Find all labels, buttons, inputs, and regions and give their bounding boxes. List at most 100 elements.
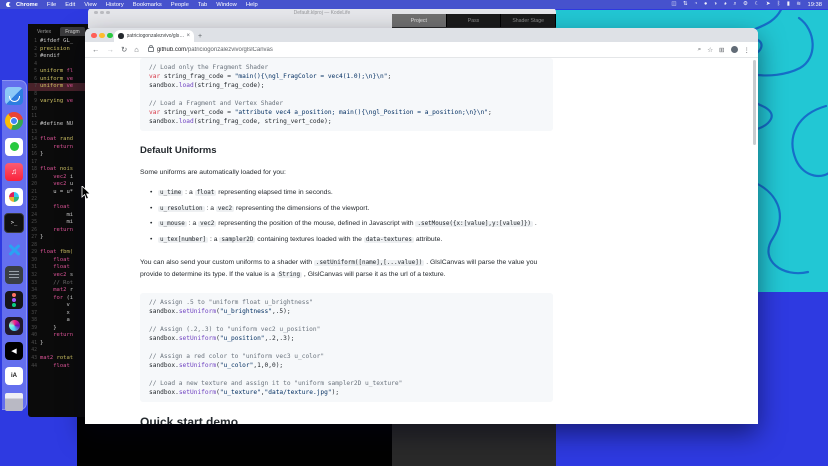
pie-icon[interactable]: ◕: [724, 0, 727, 9]
record-icon[interactable]: ●: [704, 0, 707, 9]
inline-code: vec2: [216, 206, 234, 212]
panel-tab-bar: ProjectPassShader Stage: [392, 14, 556, 27]
code-line: sandbox.setUniform("u_texture","data/tex…: [149, 388, 544, 397]
menubar-clock[interactable]: 19:38: [807, 2, 822, 8]
menubar-status-area: ◫ ⇅ ◔ ● ◑ ◕ ⌕ ⚙ ☾ ➤ ᛒ ▮ ≋ 19:38: [671, 0, 828, 9]
dock: ♫ >_ ◀ iA: [2, 80, 27, 410]
code-line: [149, 316, 544, 325]
sync-icon[interactable]: ⇅: [683, 0, 688, 9]
inline-code: float: [195, 190, 217, 196]
moon-icon[interactable]: ☾: [754, 0, 759, 9]
green-app-icon[interactable]: [5, 138, 23, 156]
code-line: // Assign (.2,.3) to "uniform vec2 u_pos…: [149, 325, 544, 334]
zoom-icon[interactable]: ⌕: [698, 46, 702, 54]
menu-item-help[interactable]: Help: [246, 2, 258, 8]
inline-code: data-textures: [364, 237, 414, 243]
tab-close-icon[interactable]: ×: [186, 33, 190, 39]
wifi-icon[interactable]: ≋: [796, 0, 801, 9]
address-bar[interactable]: github.com/patriciogonzalezvivo/glslCanv…: [157, 47, 698, 53]
scrollbar[interactable]: [753, 60, 756, 145]
code-line: sandbox.setUniform("u_color",1,0,0);: [149, 361, 544, 370]
code-line: var string_frag_code = "main(){\ngl_Frag…: [149, 72, 544, 81]
battery-icon[interactable]: ▮: [787, 0, 790, 9]
menu-item-edit[interactable]: Edit: [65, 2, 75, 8]
figma-icon[interactable]: [5, 291, 23, 309]
reload-icon[interactable]: ↻: [121, 45, 127, 54]
inline-code: .setUniform([name],[...value]): [314, 260, 424, 266]
menu-items: Chrome File Edit View History Bookmarks People…: [16, 2, 258, 8]
lock-icon: [148, 47, 154, 53]
slack-icon[interactable]: [5, 188, 23, 206]
text-segment: : a: [187, 220, 198, 227]
text-segment: representing the dimensions of the viewp…: [234, 205, 369, 212]
panel-tab-project[interactable]: Project: [392, 14, 447, 27]
finder-icon[interactable]: [5, 87, 23, 105]
menu-item-window[interactable]: Window: [216, 2, 237, 8]
tab-fragment[interactable]: Fragm: [60, 27, 84, 36]
traffic-light-zoom[interactable]: [107, 33, 113, 39]
menu-item-bookmarks[interactable]: Bookmarks: [133, 2, 162, 8]
url-path: /patriciogonzalezvivo/glslCanvas: [186, 47, 273, 53]
section-heading: Quick start demo: [140, 415, 553, 425]
uniform-list-item: u_time : a float representing elapsed ti…: [150, 187, 553, 199]
text-segment: : a: [205, 205, 216, 212]
menu-item-history[interactable]: History: [106, 2, 124, 8]
inline-code: sampler2D: [219, 237, 255, 243]
media-app-icon[interactable]: [5, 317, 23, 335]
display-icon[interactable]: ◫: [671, 0, 676, 9]
traffic-light-minimize[interactable]: [99, 33, 105, 39]
menu-item-file[interactable]: File: [47, 2, 56, 8]
ia-writer-icon[interactable]: iA: [5, 367, 23, 385]
spotlight-icon[interactable]: ⌕: [733, 0, 736, 9]
menu-item-tab[interactable]: Tab: [198, 2, 207, 8]
code-line: sandbox.load(string_frag_code);: [149, 81, 544, 90]
chrome-icon[interactable]: [5, 112, 23, 130]
code-line: sandbox.setUniform("u_brightness",.5);: [149, 307, 544, 316]
code-line: // Load a Fragment and Vertex Shader: [149, 99, 544, 108]
terminal-icon[interactable]: >_: [4, 213, 24, 233]
new-tab-button[interactable]: +: [198, 32, 202, 41]
text-segment: : a: [183, 189, 194, 196]
apple-menu-icon[interactable]: [6, 2, 11, 7]
bluetooth-icon[interactable]: ᛒ: [777, 0, 780, 9]
traffic-light-close[interactable]: [91, 33, 97, 39]
back-icon[interactable]: ←: [92, 45, 100, 54]
timer-icon[interactable]: ◔: [694, 0, 697, 9]
vscode-icon[interactable]: [5, 241, 23, 259]
browser-tab[interactable]: patriciogonzalezvivo/glslCan ×: [114, 30, 194, 42]
profile-avatar[interactable]: [731, 46, 738, 53]
uniforms-list: u_time : a float representing elapsed ti…: [150, 187, 553, 246]
music-icon[interactable]: ♫: [5, 163, 23, 181]
menu-item-view[interactable]: View: [84, 2, 96, 8]
extensions-icon[interactable]: ⊞: [719, 46, 724, 54]
code-block: // Load only the Fragment Shadervar stri…: [140, 58, 553, 131]
inline-code: u_resolution: [158, 206, 205, 212]
text-segment: representing elapsed time in seconds.: [216, 189, 332, 196]
trash-icon[interactable]: [5, 393, 23, 411]
location-icon[interactable]: ➤: [766, 0, 771, 9]
contrast-icon[interactable]: ◑: [714, 0, 717, 9]
bookmark-star-icon[interactable]: ☆: [707, 46, 713, 54]
home-icon[interactable]: ⌂: [134, 45, 139, 54]
panel-tab-pass[interactable]: Pass: [447, 14, 502, 27]
menu-item-chrome[interactable]: Chrome: [16, 2, 38, 8]
tab-vertex[interactable]: Vertex: [32, 27, 56, 36]
page-content: // Load only the Fragment Shadervar stri…: [85, 58, 758, 424]
forward-icon[interactable]: →: [107, 45, 115, 54]
text-segment: attribute.: [414, 236, 442, 243]
custom-uniforms-paragraph: You can also send your custom uniforms t…: [140, 257, 553, 281]
browser-window: patriciogonzalezvivo/glslCan × + ← → ↻ ⌂…: [85, 28, 758, 424]
section-heading: Default Uniforms: [140, 145, 553, 156]
tab-title: patriciogonzalezvivo/glslCan: [127, 33, 185, 39]
menu-item-people[interactable]: People: [171, 2, 189, 8]
settings-icon[interactable]: ⚙: [743, 0, 748, 9]
menu-kebab-icon[interactable]: ⋮: [744, 46, 751, 54]
text-segment: : a: [208, 236, 219, 243]
code-line: [149, 343, 544, 352]
code-line: // Assign a red color to "uniform vec3 u…: [149, 352, 544, 361]
panel-tab-shader-stage[interactable]: Shader Stage: [501, 14, 556, 27]
code-line: // Load only the Fragment Shader: [149, 63, 544, 72]
toolbar-actions: ⌕ ☆ ⊞ ⋮: [698, 46, 758, 54]
notes-app-icon[interactable]: [5, 266, 23, 284]
kap-icon[interactable]: ◀: [5, 342, 23, 360]
